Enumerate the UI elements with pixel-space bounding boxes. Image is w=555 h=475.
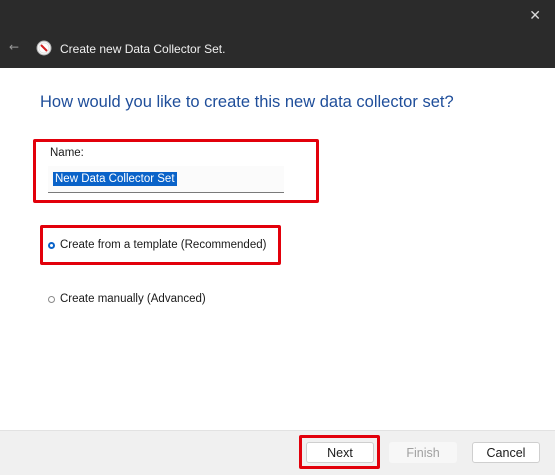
page-heading: How would you like to create this new da… — [40, 93, 454, 111]
back-arrow-icon[interactable]: ← — [9, 40, 19, 54]
radio-unselected-icon — [48, 296, 55, 303]
name-input-value: New Data Collector Set — [53, 172, 177, 186]
performance-monitor-icon — [36, 40, 52, 56]
radio-template-label: Create from a template (Recommended) — [60, 239, 267, 251]
name-label: Name: — [50, 147, 84, 159]
finish-button[interactable]: Finish — [389, 442, 457, 463]
cancel-button[interactable]: Cancel — [472, 442, 540, 463]
name-input[interactable]: New Data Collector Set — [48, 166, 284, 193]
next-button[interactable]: Next — [306, 442, 374, 463]
button-bar: Next Finish Cancel — [0, 430, 555, 475]
radio-manual-label: Create manually (Advanced) — [60, 293, 206, 305]
window-title: Create new Data Collector Set. — [60, 42, 226, 56]
title-bar: ✕ ← Create new Data Collector Set. — [0, 0, 555, 68]
radio-selected-icon — [48, 242, 55, 249]
close-icon[interactable]: ✕ — [529, 8, 541, 24]
